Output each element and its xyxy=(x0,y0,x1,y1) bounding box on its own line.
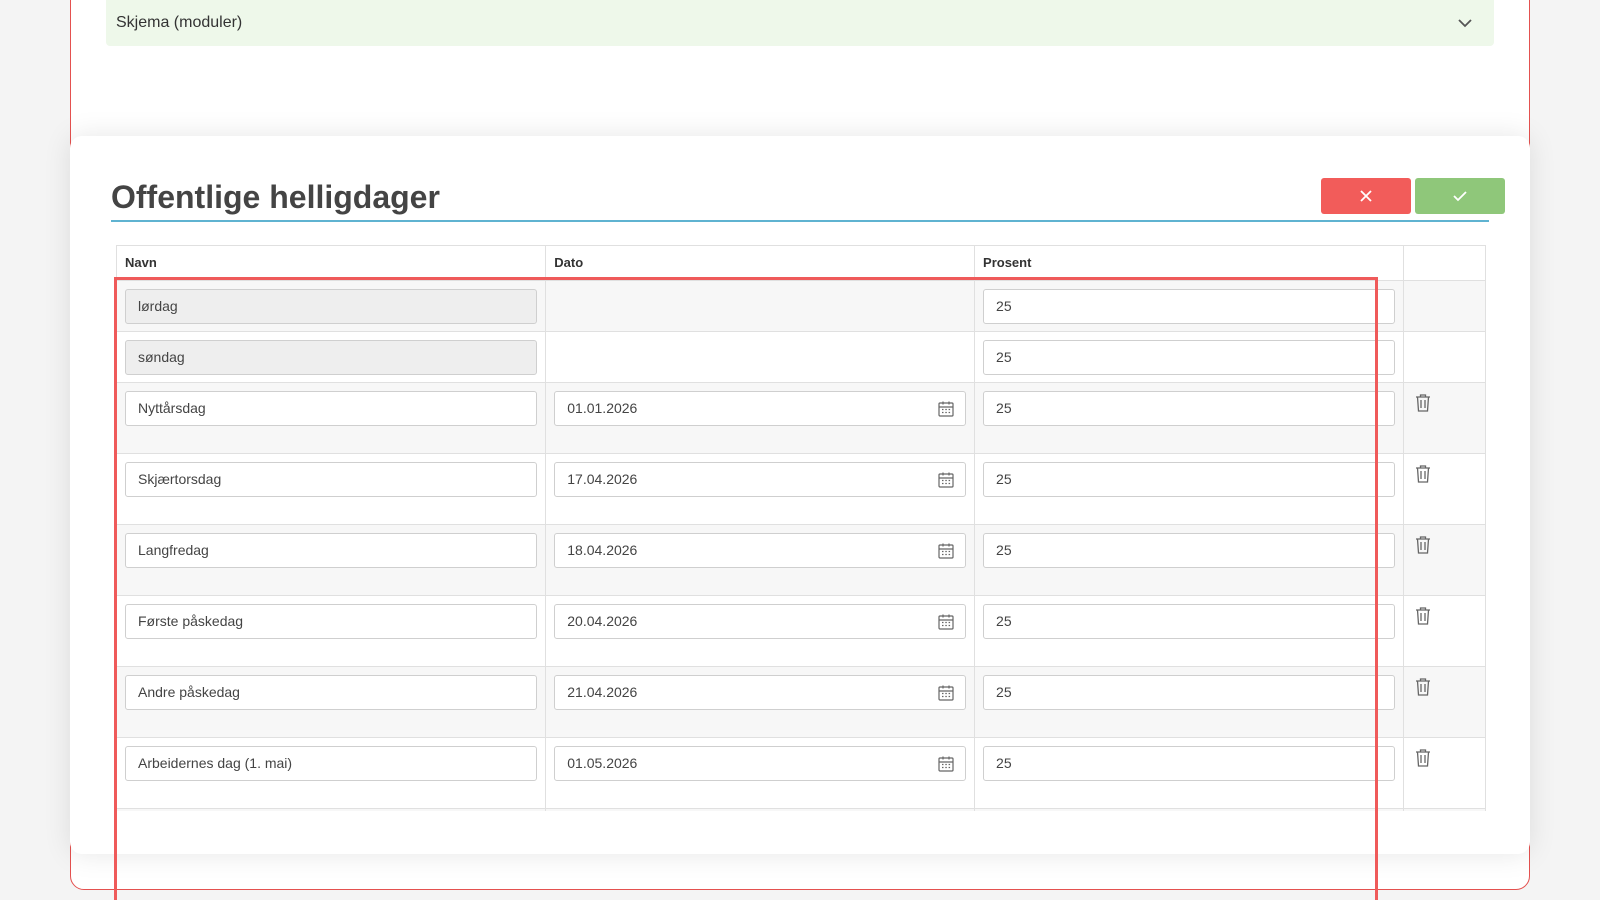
date-field[interactable]: 21.04.2026 xyxy=(554,674,967,710)
percent-field[interactable]: 25 xyxy=(983,339,1395,375)
holidays-modal: Offentlige helligdager Navn Dato Prosent xyxy=(70,136,1530,854)
check-icon xyxy=(1453,191,1467,202)
table-row: Nyttårsdag 01.01.2026 25 xyxy=(117,382,1485,454)
holiday-name-field[interactable]: Første påskedag xyxy=(125,603,538,639)
percent-field[interactable]: 25 xyxy=(983,288,1395,324)
date-value: 17.04.2026 xyxy=(567,471,638,487)
chevron-down-icon[interactable] xyxy=(1456,14,1474,32)
table-row: Andre påskedag 21.04.2026 25 xyxy=(117,666,1485,738)
close-icon xyxy=(1360,190,1372,202)
cancel-button[interactable] xyxy=(1321,178,1411,214)
trash-icon[interactable] xyxy=(1414,606,1432,626)
trash-icon[interactable] xyxy=(1414,393,1432,413)
calendar-icon[interactable] xyxy=(937,542,955,560)
column-header-name: Navn xyxy=(117,246,547,281)
table-row: Langfredag 18.04.2026 25 xyxy=(117,524,1485,596)
date-value: 01.05.2026 xyxy=(567,755,638,771)
column-header-actions xyxy=(1403,246,1485,281)
date-value: 01.01.2026 xyxy=(567,400,638,416)
table-row: Skjærtorsdag 17.04.2026 25 xyxy=(117,453,1485,525)
confirm-button[interactable] xyxy=(1415,178,1505,214)
percent-field[interactable]: 25 xyxy=(983,461,1395,497)
percent-field[interactable]: 25 xyxy=(983,532,1395,568)
date-value: 20.04.2026 xyxy=(567,613,638,629)
table-row: lørdag 25 xyxy=(117,280,1485,332)
holidays-table: Navn Dato Prosent lørdag 25 søndag 25 Ny… xyxy=(116,245,1486,811)
holiday-name-field: lørdag xyxy=(125,288,538,324)
table-row: Første påskedag 20.04.2026 25 xyxy=(117,595,1485,667)
date-field[interactable]: 20.04.2026 xyxy=(554,603,967,639)
trash-icon[interactable] xyxy=(1414,677,1432,697)
percent-field[interactable]: 25 xyxy=(983,603,1395,639)
trash-icon[interactable] xyxy=(1414,464,1432,484)
calendar-icon[interactable] xyxy=(937,471,955,489)
date-value: 18.04.2026 xyxy=(567,542,638,558)
trash-icon[interactable] xyxy=(1414,535,1432,555)
accordion-label: Skjema (moduler) xyxy=(116,14,243,31)
date-field[interactable]: 18.04.2026 xyxy=(554,532,967,568)
table-row: søndag 25 xyxy=(117,331,1485,383)
holiday-name-field: søndag xyxy=(125,339,538,375)
calendar-icon[interactable] xyxy=(937,400,955,418)
column-header-percent: Prosent xyxy=(974,246,1404,281)
table-row: Arbeidernes dag (1. mai) 01.05.2026 25 xyxy=(117,737,1485,809)
percent-field[interactable]: 25 xyxy=(983,674,1395,710)
holiday-name-field[interactable]: Andre påskedag xyxy=(125,674,538,710)
calendar-icon[interactable] xyxy=(937,755,955,773)
date-field[interactable]: 01.01.2026 xyxy=(554,390,967,426)
holiday-name-field[interactable]: Langfredag xyxy=(125,532,538,568)
date-field[interactable]: 01.05.2026 xyxy=(554,745,967,781)
table-row xyxy=(117,808,1485,811)
holiday-name-field[interactable]: Nyttårsdag xyxy=(125,390,538,426)
column-header-date: Dato xyxy=(545,246,976,281)
date-field[interactable]: 17.04.2026 xyxy=(554,461,967,497)
percent-field[interactable]: 25 xyxy=(983,745,1395,781)
date-value: 21.04.2026 xyxy=(567,684,638,700)
calendar-icon[interactable] xyxy=(937,684,955,702)
modal-header: Offentlige helligdager xyxy=(111,178,1505,222)
modal-title: Offentlige helligdager xyxy=(111,179,440,215)
calendar-icon[interactable] xyxy=(937,613,955,631)
holiday-name-field[interactable]: Skjærtorsdag xyxy=(125,461,538,497)
holiday-name-field[interactable]: Arbeidernes dag (1. mai) xyxy=(125,745,538,781)
schema-modules-accordion[interactable]: Skjema (moduler) xyxy=(106,0,1494,46)
percent-field[interactable]: 25 xyxy=(983,390,1395,426)
trash-icon[interactable] xyxy=(1414,748,1432,768)
